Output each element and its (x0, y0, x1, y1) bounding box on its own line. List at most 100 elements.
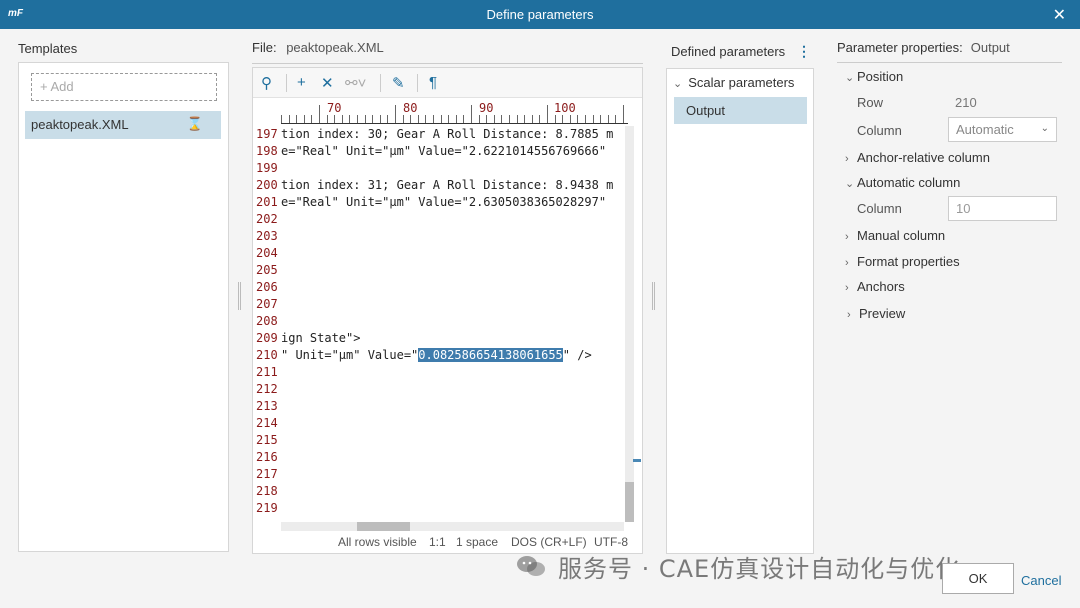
ruler-tick (440, 115, 442, 123)
ruler-tick (288, 115, 290, 123)
line-number: 215 (256, 433, 278, 447)
parameter-properties-header: Parameter properties: Output (837, 40, 1010, 55)
line-endings-status: DOS (CR+LF) (511, 535, 587, 549)
line-number: 201 (256, 195, 278, 209)
code-line[interactable]: 212 (253, 381, 627, 398)
section-manual-column[interactable]: › Manual column (845, 228, 945, 243)
code-line[interactable]: 207 (253, 296, 627, 313)
file-label: File: (252, 40, 277, 55)
line-number: 217 (256, 467, 278, 481)
line-text: e="Real" Unit="µm" Value="2.630503836502… (281, 195, 607, 209)
section-anchor-relative-column[interactable]: › Anchor-relative column (845, 150, 990, 165)
horizontal-scroll-thumb[interactable] (357, 522, 410, 531)
ruler-tick (425, 115, 427, 123)
add-template-button[interactable]: + Add (31, 73, 217, 101)
section-format-label: Format properties (857, 254, 960, 269)
code-line[interactable]: 200 tion index: 31; Gear A Roll Distance:… (253, 177, 627, 194)
chevron-down-icon: ⌄ (845, 72, 855, 84)
line-text: tion index: 31; Gear A Roll Distance: 8.… (281, 178, 614, 192)
ruler-tick (524, 115, 526, 123)
code-line[interactable]: 213 (253, 398, 627, 415)
line-number: 199 (256, 161, 278, 175)
ruler-tick (387, 115, 389, 123)
code-line[interactable]: 203 (253, 228, 627, 245)
code-line[interactable]: 219 (253, 500, 627, 517)
section-anchors-label: Anchors (857, 279, 905, 294)
pilcrow-icon[interactable]: ¶ (429, 74, 437, 91)
section-format-properties[interactable]: › Format properties (845, 254, 960, 269)
edit-icon[interactable]: ✎ (392, 74, 405, 92)
ruler-tick (539, 115, 541, 123)
code-line[interactable]: 204 (253, 245, 627, 262)
more-vertical-icon[interactable]: ⋮ (797, 43, 811, 60)
ok-button[interactable]: OK (942, 563, 1014, 594)
line-number: 216 (256, 450, 278, 464)
code-line[interactable]: 201 e="Real" Unit="µm" Value="2.630503836… (253, 194, 627, 211)
close-icon[interactable]: ✕ (1053, 5, 1066, 25)
add-icon[interactable]: + (297, 74, 306, 91)
link-icon[interactable]: ⚯˅ (345, 74, 366, 92)
section-position[interactable]: ⌄ Position (845, 69, 903, 84)
ruler-tick (592, 115, 594, 123)
hourglass-icon: ⌛ (186, 116, 203, 131)
section-anchors[interactable]: › Anchors (845, 279, 905, 294)
line-number: 214 (256, 416, 278, 430)
delete-icon[interactable]: ✕ (321, 74, 334, 92)
cancel-button[interactable]: Cancel (1021, 573, 1061, 588)
section-preview[interactable]: › Preview (847, 306, 905, 321)
section-position-label: Position (857, 69, 904, 84)
line-text-before: " Unit="µm" Value=" (281, 348, 419, 362)
code-line[interactable]: 211 (253, 364, 627, 381)
tree-group-scalar[interactable]: ⌄ Scalar parameters (673, 75, 794, 90)
code-line[interactable]: 210 " Unit="µm" Value="0.0825866541380616… (253, 347, 627, 364)
code-content[interactable]: 197 tion index: 30; Gear A Roll Distance:… (253, 126, 627, 521)
code-line[interactable]: 215 (253, 432, 627, 449)
toolbar-divider (417, 74, 418, 92)
code-line[interactable]: 217 (253, 466, 627, 483)
code-line[interactable]: 216 (253, 449, 627, 466)
tree-item-output[interactable]: Output (674, 97, 807, 124)
section-automatic-column[interactable]: ⌄ Automatic column (845, 175, 960, 190)
auto-column-field[interactable]: 10 (948, 196, 1057, 221)
ruler-tick (364, 115, 366, 123)
ruler-tick (493, 115, 495, 123)
indent-status: 1 space (456, 535, 499, 549)
column-select[interactable]: Automatic ⌄ (948, 117, 1057, 142)
code-line[interactable]: 218 (253, 483, 627, 500)
search-icon[interactable]: ⚲ (261, 74, 272, 92)
line-number: 197 (256, 127, 278, 141)
splitter-handle[interactable] (652, 282, 655, 310)
code-line[interactable]: 205 (253, 262, 627, 279)
code-line[interactable]: 202 (253, 211, 627, 228)
line-number: 203 (256, 229, 278, 243)
ruler-tick (501, 115, 503, 123)
code-editor[interactable]: ⚲ + ✕ ⚯˅ ✎ ¶ 70 80 90 100 197 tion index:… (252, 67, 643, 554)
line-number: 211 (256, 365, 278, 379)
code-line[interactable]: 208 (253, 313, 627, 330)
ruler-tick (585, 115, 586, 123)
column-label: Column (857, 123, 902, 138)
line-number: 207 (256, 297, 278, 311)
horizontal-scrollbar[interactable] (281, 522, 624, 531)
templates-list: + Add peaktopeak.XML ⌛ (18, 62, 229, 552)
code-line[interactable]: 209 ign State"> (253, 330, 627, 347)
vertical-scroll-thumb[interactable] (625, 482, 634, 522)
toolbar-divider (380, 74, 381, 92)
code-line[interactable]: 206 (253, 279, 627, 296)
code-line[interactable]: 197 tion index: 30; Gear A Roll Distance:… (253, 126, 627, 143)
splitter-handle[interactable] (238, 282, 241, 310)
row-value: 210 (955, 95, 977, 110)
selected-value[interactable]: 0.082586654138061655 (418, 348, 563, 362)
wechat-icon (517, 556, 545, 576)
code-line[interactable]: 199 (253, 160, 627, 177)
ruler-tick (433, 115, 434, 123)
encoding-status: UTF-8 (594, 535, 628, 549)
template-item[interactable]: peaktopeak.XML ⌛ (25, 111, 221, 139)
line-number: 218 (256, 484, 278, 498)
ruler-mark: 70 (327, 101, 342, 115)
ruler-tick (303, 115, 305, 123)
vertical-scrollbar[interactable] (625, 126, 634, 522)
code-line[interactable]: 214 (253, 415, 627, 432)
ruler-tick (281, 115, 282, 123)
code-line[interactable]: 198 e="Real" Unit="µm" Value="2.622101455… (253, 143, 627, 160)
